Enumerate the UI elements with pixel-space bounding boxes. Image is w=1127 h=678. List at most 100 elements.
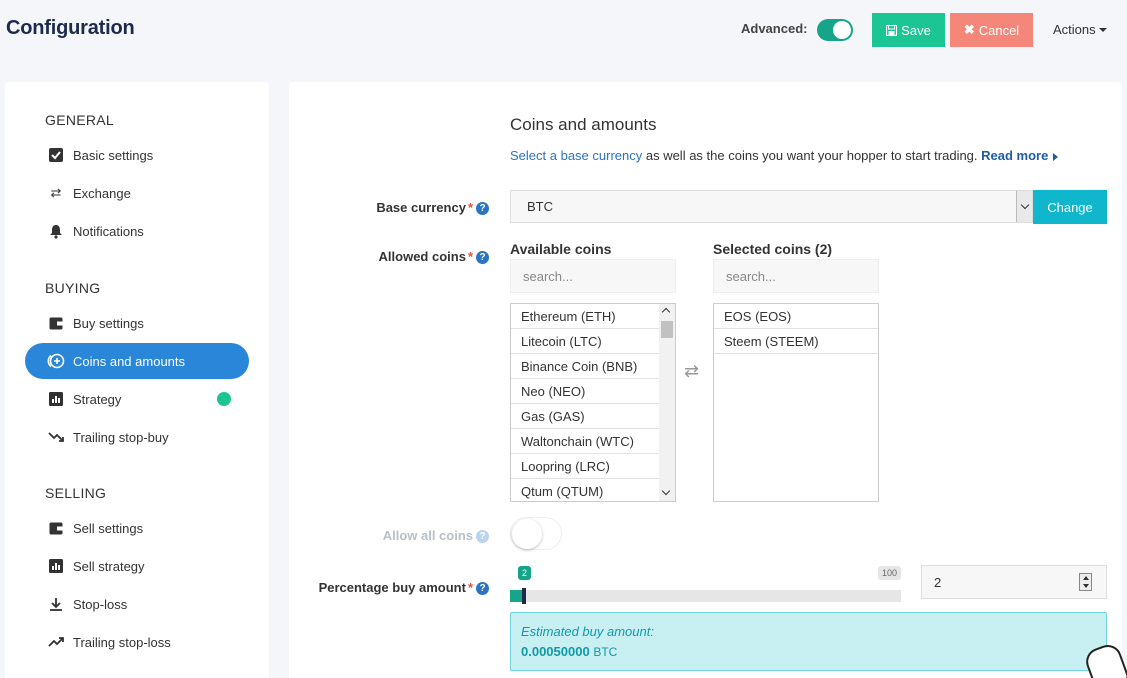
number-stepper[interactable]: [1079, 573, 1092, 591]
help-icon[interactable]: ?: [476, 251, 489, 264]
trend-up-icon: [47, 633, 65, 651]
help-icon[interactable]: ?: [476, 530, 489, 543]
change-button[interactable]: Change: [1033, 190, 1107, 224]
available-search-input[interactable]: [510, 259, 676, 293]
allow-all-coins-toggle[interactable]: [510, 517, 562, 550]
actions-dropdown[interactable]: Actions: [1053, 22, 1107, 37]
section-title: Coins and amounts: [510, 115, 657, 134]
main-panel: Coins and amounts Select a base currency…: [289, 82, 1122, 678]
caret-down-icon: [1098, 27, 1107, 32]
list-item[interactable]: Ethereum (ETH): [511, 304, 659, 329]
sidebar-item-label: Notifications: [73, 223, 144, 239]
stepper-down-icon[interactable]: [1083, 584, 1089, 588]
swap-arrows-icon: ⇄: [50, 185, 62, 200]
estimate-label: Estimated buy amount:: [521, 624, 654, 639]
toggle-knob: [512, 519, 542, 549]
trend-down-icon: [47, 428, 65, 446]
sidebar-item-exchange[interactable]: ⇄ Exchange: [25, 175, 249, 211]
help-icon[interactable]: ?: [476, 202, 489, 215]
chevron-down-icon: [1016, 191, 1032, 222]
sidebar-item-basic-settings[interactable]: Basic settings: [25, 137, 249, 173]
required-marker: *: [467, 580, 473, 595]
sidebar-item-buy-settings[interactable]: Buy settings: [25, 305, 249, 341]
sidebar-item-trailing-stop-buy[interactable]: Trailing stop-buy: [25, 419, 249, 455]
list-item[interactable]: Litecoin (LTC): [511, 329, 659, 354]
floppy-disk-icon: [886, 24, 898, 36]
estimated-buy-amount-box: Estimated buy amount: 0.00050000 BTC: [510, 612, 1107, 671]
download-arrow-icon: [47, 595, 65, 613]
sidebar-item-coins-and-amounts[interactable]: Coins and amounts: [25, 343, 249, 379]
bar-chart-icon: [47, 557, 65, 575]
estimate-currency: BTC: [593, 645, 618, 659]
bar-chart-icon: [47, 390, 65, 408]
page-title: Configuration: [6, 17, 135, 39]
advanced-toggle[interactable]: [817, 19, 853, 41]
slider-max-bubble: 100: [878, 566, 902, 580]
estimate-value: 0.00050000: [521, 644, 590, 659]
stepper-up-icon[interactable]: [1083, 576, 1089, 580]
list-item[interactable]: Loopring (LRC): [511, 454, 659, 479]
available-coins-heading: Available coins: [510, 241, 612, 257]
sidebar: GENERAL Basic settings ⇄ Exchange Notifi…: [5, 82, 269, 678]
sidebar-heading-buying: BUYING: [45, 280, 101, 296]
selected-value: BTC: [527, 199, 553, 214]
section-description: Select a base currency as well as the co…: [510, 148, 1059, 163]
sidebar-item-sell-strategy[interactable]: Sell strategy: [25, 548, 249, 584]
sidebar-item-label: Coins and amounts: [73, 353, 186, 369]
help-icon[interactable]: ?: [476, 582, 489, 595]
sidebar-item-label: Exchange: [73, 185, 131, 201]
sidebar-item-sell-settings[interactable]: Sell settings: [25, 510, 249, 546]
status-dot: [217, 392, 231, 406]
checkbox-icon: [47, 146, 65, 164]
list-item[interactable]: Steem (STEEM): [714, 329, 878, 354]
top-bar: Configuration Advanced: Save ✖ Cancel Ac…: [0, 0, 1127, 62]
save-button[interactable]: Save: [872, 13, 945, 47]
sidebar-heading-general: GENERAL: [45, 112, 115, 128]
list-item[interactable]: Qtum (QTUM): [511, 479, 659, 501]
list-item[interactable]: Waltonchain (WTC): [511, 429, 659, 454]
sidebar-item-label: Sell settings: [73, 520, 144, 536]
selected-coins-list[interactable]: EOS (EOS) Steem (STEEM): [713, 303, 879, 502]
transfer-arrows-icon[interactable]: ⇄: [684, 361, 699, 382]
list-item[interactable]: Gas (GAS): [511, 404, 659, 429]
list-item[interactable]: EOS (EOS): [714, 304, 878, 329]
description-text: as well as the coins you want your hoppe…: [642, 148, 982, 163]
sidebar-item-notifications[interactable]: Notifications: [25, 213, 249, 249]
sidebar-item-label: Stop-loss: [73, 596, 128, 612]
sidebar-item-label: Trailing stop-buy: [73, 429, 169, 445]
sidebar-item-label: Basic settings: [73, 147, 154, 163]
allow-all-coins-label: Allow all coins?: [383, 528, 489, 543]
available-coins-list[interactable]: Ethereum (ETH) Litecoin (LTC) Binance Co…: [510, 303, 676, 502]
sidebar-item-strategy[interactable]: Strategy: [25, 381, 249, 417]
list-item[interactable]: Binance Coin (BNB): [511, 354, 659, 379]
percentage-slider[interactable]: [510, 588, 901, 604]
sidebar-item-label: Sell strategy: [73, 558, 145, 574]
scroll-up-icon[interactable]: [661, 307, 671, 317]
label-text: Allow all coins: [382, 528, 473, 543]
sidebar-item-stop-loss[interactable]: Stop-loss: [25, 586, 249, 622]
required-marker: *: [467, 249, 473, 264]
scroll-thumb[interactable]: [661, 321, 673, 338]
sidebar-heading-selling: SELLING: [45, 485, 107, 501]
label-text: Allowed coins: [378, 249, 466, 264]
scroll-down-icon[interactable]: [661, 486, 671, 496]
base-currency-select[interactable]: BTC: [510, 190, 1033, 223]
scrollbar[interactable]: [659, 304, 675, 501]
cancel-button[interactable]: ✖ Cancel: [950, 13, 1033, 47]
slider-handle[interactable]: [522, 588, 526, 604]
selected-search-input[interactable]: [713, 259, 879, 293]
wallet-icon: [47, 314, 65, 332]
cancel-label: Cancel: [978, 22, 1020, 38]
sidebar-item-label: Trailing stop-loss: [73, 634, 171, 650]
coins-plus-icon: [47, 352, 65, 370]
selected-coins-heading: Selected coins (2): [713, 241, 833, 257]
actions-label: Actions: [1053, 22, 1096, 37]
read-more-link[interactable]: Read more: [981, 148, 1048, 163]
allowed-coins-label: Allowed coins *?: [379, 249, 489, 264]
advanced-label: Advanced:: [741, 21, 808, 36]
base-currency-link[interactable]: Select a base currency: [510, 148, 642, 163]
list-item[interactable]: Neo (NEO): [511, 379, 659, 404]
sidebar-item-trailing-stop-loss[interactable]: Trailing stop-loss: [25, 624, 249, 660]
caret-right-icon: [1053, 152, 1059, 161]
close-icon: ✖: [963, 22, 975, 37]
